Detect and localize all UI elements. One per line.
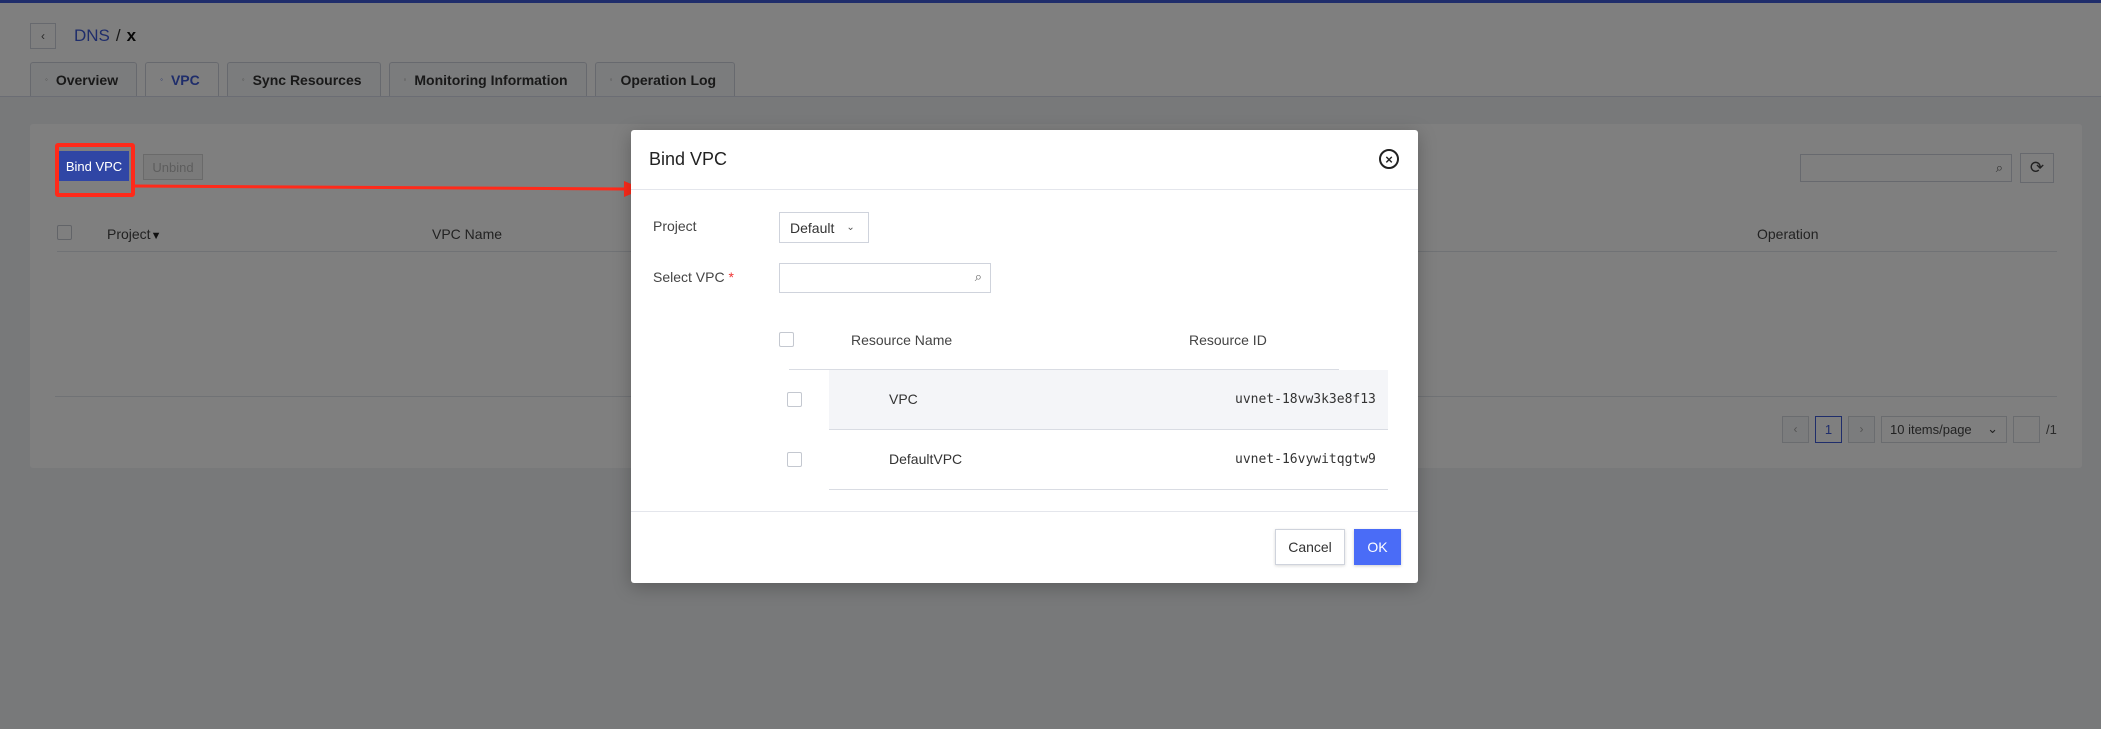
table-row[interactable]: DefaultVPC uvnet-16vywitqgtw9 [787,430,1388,490]
select-all-resources-checkbox[interactable] [779,332,794,347]
column-header-resource-id: Resource ID [1189,332,1267,348]
dialog-footer: Cancel OK [631,511,1418,583]
column-header-resource-name: Resource Name [851,332,953,348]
vpc-search-input[interactable]: ⌕ [779,263,991,293]
required-marker: * [728,269,734,285]
chevron-down-icon: ⌄ [846,222,855,233]
dialog-header: Bind VPC × [631,130,1418,190]
resource-name: VPC [889,391,918,407]
resource-id: uvnet-16vywitqgtw9 [1235,452,1376,467]
resource-rows: VPC uvnet-18vw3k3e8f13 DefaultVPC uvnet-… [787,370,1388,490]
ok-button[interactable]: OK [1354,529,1401,565]
close-icon[interactable]: × [1379,149,1399,169]
bind-vpc-dialog: Bind VPC × Project Default ⌄ Select VPC … [631,130,1418,583]
vpc-resource-table: Resource Name Resource ID VPC uvnet-18vw… [779,310,1388,490]
table-row[interactable]: VPC uvnet-18vw3k3e8f13 [787,370,1388,430]
resource-name: DefaultVPC [889,451,963,467]
annotation-highlight-box [55,143,135,197]
project-select-value: Default [790,219,835,236]
project-select[interactable]: Default ⌄ [779,212,869,243]
cancel-button[interactable]: Cancel [1275,529,1345,565]
project-label: Project [653,218,697,234]
resource-table-header: Resource Name Resource ID [779,310,1339,370]
row-checkbox[interactable] [787,392,802,407]
row-checkbox[interactable] [787,452,802,467]
select-vpc-label-text: Select VPC [653,269,725,285]
search-icon: ⌕ [974,269,982,284]
dialog-title: Bind VPC [649,149,728,169]
resource-id: uvnet-18vw3k3e8f13 [1235,392,1376,407]
select-vpc-label: Select VPC * [653,269,734,285]
